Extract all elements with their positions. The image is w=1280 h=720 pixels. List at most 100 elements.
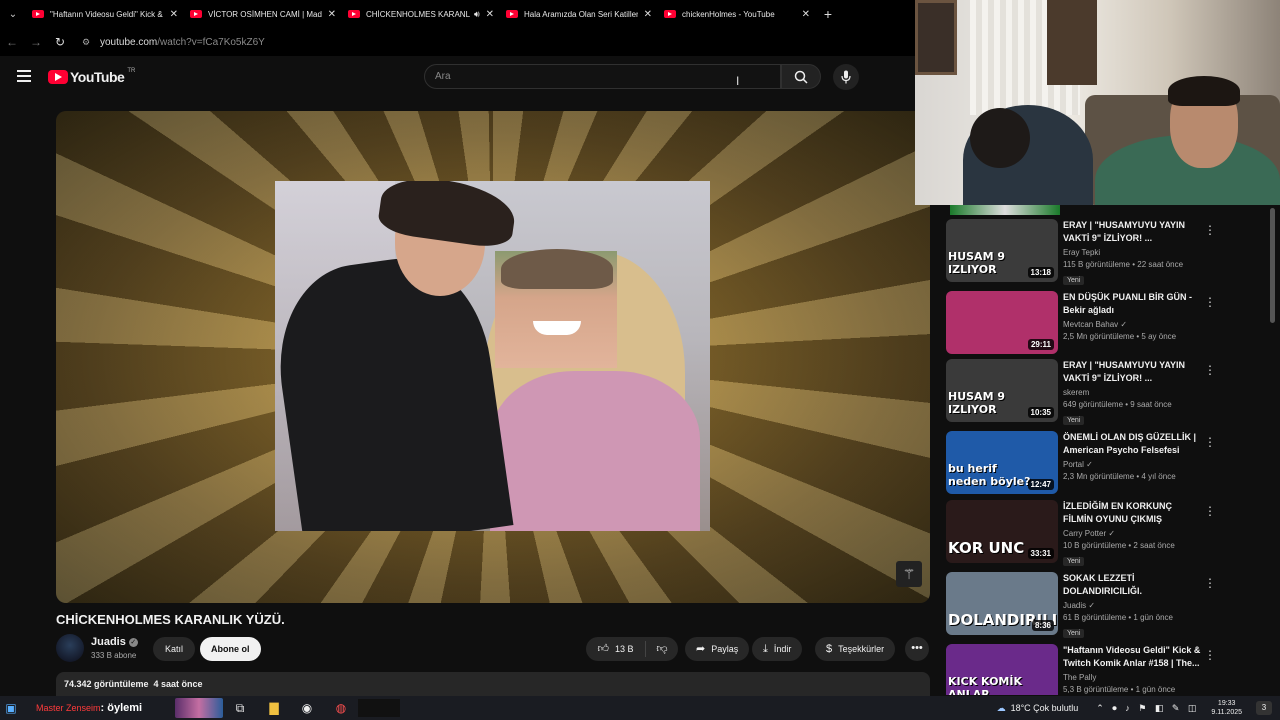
thanks-icon: $: [826, 643, 833, 655]
youtube-logo[interactable]: YouTube TR: [48, 68, 135, 85]
youtube-favicon-icon: [32, 10, 44, 18]
more-options-icon[interactable]: ⋮: [1204, 504, 1216, 518]
download-button[interactable]: ⤓ İndir: [752, 637, 803, 661]
close-tab-icon[interactable]: ✕: [170, 9, 178, 20]
tab-title: chickenHolmes - YouTube: [682, 9, 775, 19]
more-options-icon[interactable]: ⋮: [1204, 648, 1216, 662]
tab-title: CHİCKENHOLMES KARANLIK: [366, 9, 470, 19]
recommendation-item[interactable]: HUSAM 9 IZLIYOR 10:35 ERAY | "HUSAMYUYU YA…: [946, 359, 1266, 427]
video-thumbnail[interactable]: 29:11: [946, 291, 1058, 354]
chrome-icon[interactable]: ◍: [331, 699, 351, 717]
video-thumbnail[interactable]: HUSAM 9 IZLIYOR 10:35: [946, 359, 1058, 422]
recommendation-item[interactable]: KICK KOMİK ANLAR "Haftanın Videosu Geldi"…: [946, 644, 1266, 695]
thumbnail-caption: bu herif neden böyle?: [948, 462, 1031, 488]
recommendation-title[interactable]: ERAY | "HUSAMYUYU YAYIN VAKTİ 9" İZLİYOR…: [1063, 359, 1203, 385]
close-tab-icon[interactable]: ✕: [328, 9, 336, 20]
recommendation-item[interactable]: KOR UNC 33:31 İZLEDİĞİM EN KORKUNÇ FİLMİN …: [946, 500, 1266, 568]
recommendation-title[interactable]: SOKAK LEZZETİ DOLANDIRICILIĞI.: [1063, 572, 1203, 598]
recommendation-title[interactable]: "Haftanın Videosu Geldi" Kick & Twitch K…: [1063, 644, 1203, 670]
browser-tab[interactable]: VİCTOR OSİMHEN CAMİ | Madı ✕: [184, 0, 342, 28]
site-info-icon[interactable]: ⚙: [82, 37, 100, 48]
tab-title: Hala Aramızda Olan Seri Katiller: [524, 9, 638, 19]
recommendation-title[interactable]: ERAY | "HUSAMYUYU YAYIN VAKTİ 9" İZLİYOR…: [1063, 219, 1203, 245]
voice-search-button[interactable]: [833, 64, 859, 90]
browser-tab[interactable]: CHİCKENHOLMES KARANLIK 🔊︎ ✕: [342, 0, 500, 28]
browser-tab[interactable]: chickenHolmes - YouTube ✕: [658, 0, 816, 28]
recommendation-channel[interactable]: Juadis ✓: [1063, 601, 1203, 610]
obs-icon[interactable]: ◉: [297, 699, 317, 717]
tab-list-chevron-icon[interactable]: ⌄: [0, 9, 26, 20]
url-field[interactable]: youtube.com/watch?v=fCa7Ko5kZ6Y: [100, 37, 265, 48]
join-button[interactable]: Katıl: [153, 637, 196, 661]
sidebar-scrollbar[interactable]: [1270, 208, 1275, 323]
like-button[interactable]: 👍︎ 13 B: [586, 641, 646, 657]
forward-icon[interactable]: →: [24, 35, 48, 49]
recommendation-title[interactable]: EN DÜŞÜK PUANLI BİR GÜN - Bekir ağladı: [1063, 291, 1203, 317]
recommendation-channel[interactable]: Portal ✓: [1063, 460, 1203, 469]
back-icon[interactable]: ←: [0, 35, 24, 49]
taskbar-search[interactable]: Master Zenseim: öylemi: [22, 696, 172, 720]
more-options-icon[interactable]: ⋮: [1204, 223, 1216, 237]
menu-icon[interactable]: [17, 70, 31, 85]
more-actions-button[interactable]: •••: [905, 637, 929, 661]
start-icon[interactable]: ▣: [0, 701, 22, 715]
video-player[interactable]: ⚚: [56, 111, 930, 603]
more-options-icon[interactable]: ⋮: [1204, 576, 1216, 590]
search-button[interactable]: [781, 64, 821, 89]
more-options-icon[interactable]: ⋮: [1204, 435, 1216, 449]
notification-button[interactable]: 3: [1256, 701, 1272, 715]
taskbar-preview-thumbnail[interactable]: [175, 698, 223, 718]
share-button[interactable]: ➦ Paylaş: [685, 637, 750, 661]
close-tab-icon[interactable]: ✕: [644, 9, 652, 20]
more-options-icon[interactable]: ⋮: [1204, 363, 1216, 377]
reload-icon[interactable]: ↻: [48, 35, 72, 49]
video-thumbnail[interactable]: KICK KOMİK ANLAR: [946, 644, 1058, 695]
os-taskbar: ▣ Master Zenseim: öylemi ⧉ ▇ ◉ ◍ ☁ 18°C Ç…: [0, 696, 1280, 720]
video-thumbnail[interactable]: bu herif neden böyle? 12:47: [946, 431, 1058, 494]
duration-badge: 29:11: [1027, 339, 1054, 350]
recommendation-channel[interactable]: Carry Potter ✓: [1063, 529, 1203, 538]
recommendation-item[interactable]: HUSAM 9 IZLIYOR 13:18 ERAY | "HUSAMYUYU YA…: [946, 219, 1266, 287]
dislike-icon: 👎︎: [656, 643, 668, 655]
more-options-icon[interactable]: ⋮: [1204, 295, 1216, 309]
channel-name[interactable]: Juadis ✓: [91, 636, 138, 648]
tab-title: "Haftanın Videosu Geldi" Kick &: [50, 9, 163, 19]
recommendation-title[interactable]: İZLEDİĞİM EN KORKUNÇ FİLMİN OYUNU ÇIKMIŞ: [1063, 500, 1203, 526]
recommendation-item[interactable]: 29:11 EN DÜŞÜK PUANLI BİR GÜN - Bekir ağl…: [946, 291, 1266, 359]
mic-icon: [841, 70, 851, 84]
recommendation-item[interactable]: bu herif neden böyle? 12:47 ÖNEMLİ OLAN DI…: [946, 431, 1266, 499]
channel-watermark-icon[interactable]: ⚚: [896, 561, 922, 587]
recommendation-item[interactable]: DOLANDIRILI 8:36 SOKAK LEZZETİ DOLANDIRICI…: [946, 572, 1266, 640]
partial-thumbnail[interactable]: [950, 205, 1060, 215]
recommendation-info: EN DÜŞÜK PUANLI BİR GÜN - Bekir ağladı Me…: [1063, 291, 1203, 341]
thanks-button[interactable]: $ Teşekkürler: [815, 637, 896, 661]
browser-tab[interactable]: Hala Aramızda Olan Seri Katiller ✕: [500, 0, 658, 28]
search-input[interactable]: Ara: [424, 64, 781, 89]
recommendation-title[interactable]: ÖNEMLİ OLAN DIŞ GÜZELLİK | American Psyc…: [1063, 431, 1203, 457]
close-tab-icon[interactable]: ✕: [486, 9, 494, 20]
recommendation-channel[interactable]: skerem: [1063, 388, 1203, 397]
video-thumbnail[interactable]: HUSAM 9 IZLIYOR 13:18: [946, 219, 1058, 282]
video-thumbnail[interactable]: KOR UNC 33:31: [946, 500, 1058, 563]
clock[interactable]: 19:33 9.11.2025: [1211, 699, 1242, 717]
browser-tab[interactable]: "Haftanın Videosu Geldi" Kick & ✕: [26, 0, 184, 28]
video-title: CHİCKENHOLMES KARANLIK YÜZÜ.: [56, 612, 285, 627]
audio-playing-icon[interactable]: 🔊︎: [474, 9, 480, 20]
video-thumbnail[interactable]: DOLANDIRILI 8:36: [946, 572, 1058, 635]
recommendation-channel[interactable]: Eray Tepki: [1063, 248, 1203, 257]
thanks-label: Teşekkürler: [838, 644, 885, 654]
dislike-button[interactable]: 👎︎: [646, 637, 678, 661]
subscriber-count: 333 B abone: [91, 651, 137, 660]
task-view-icon[interactable]: ⧉: [230, 699, 250, 717]
channel-avatar[interactable]: [56, 634, 84, 662]
close-tab-icon[interactable]: ✕: [802, 9, 810, 20]
recommendation-channel[interactable]: The Pally: [1063, 673, 1203, 682]
file-explorer-icon[interactable]: ▇: [264, 699, 284, 717]
tray-icons[interactable]: ⌃ ⏺ ♪ ⚑ ◧ ✎ ◫: [1096, 703, 1199, 714]
taskbar-app-slot[interactable]: [358, 699, 400, 717]
new-tab-button[interactable]: +: [816, 6, 840, 22]
description-box[interactable]: 74.342 görüntüleme 4 saat önce: [56, 672, 930, 696]
subscribe-button[interactable]: Abone ol: [200, 637, 261, 661]
weather-widget[interactable]: ☁ 18°C Çok bulutlu: [997, 703, 1079, 714]
recommendation-channel[interactable]: Mevtcan Bahav ✓: [1063, 320, 1203, 329]
